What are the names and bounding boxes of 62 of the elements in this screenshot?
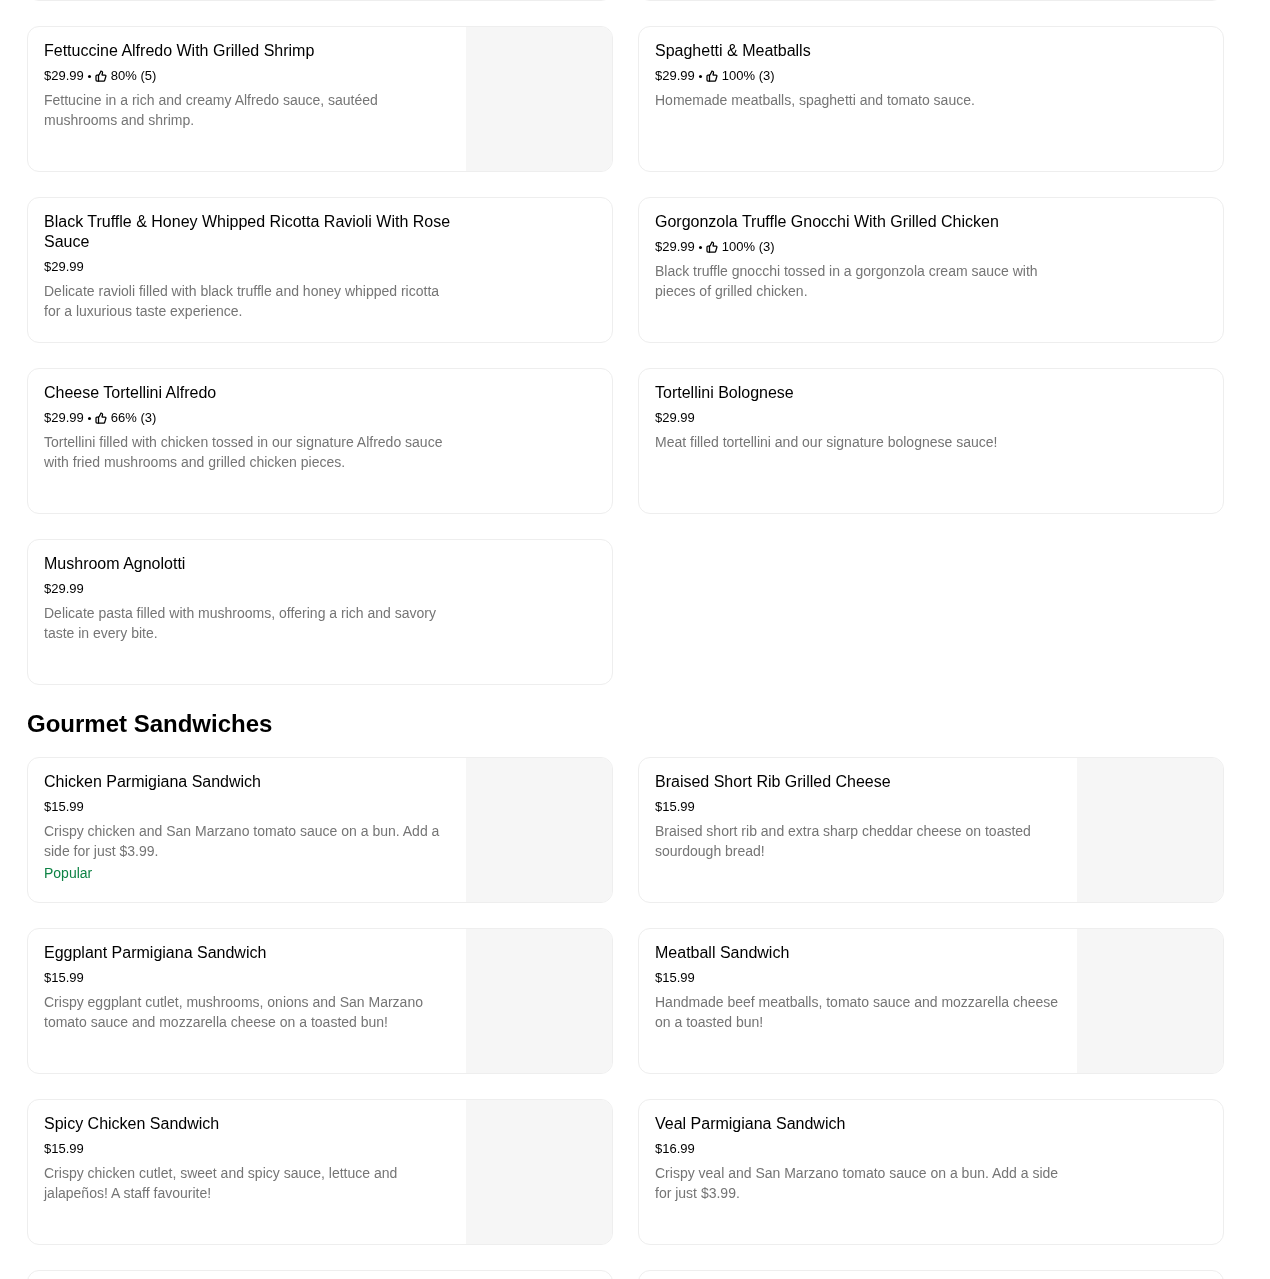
item-name: Tortellini Bolognese	[655, 383, 795, 403]
section-heading: Gourmet Sandwiches	[27, 709, 274, 739]
menu-card[interactable]: Spaghetti & Meatballs $29.99 100% (3) Homemade meatballs, spaghetti and tomato sauce.	[638, 26, 1224, 172]
menu-card[interactable]: Braised Short Rib Grilled Cheese $15.99 Braised short rib and extra sharp cheddar cheese on toasted sourdough bread!	[638, 757, 1224, 903]
thumbs-up-icon	[94, 412, 107, 424]
item-name: Mushroom Agnolotti	[44, 554, 187, 574]
item-name: Gorgonzola Truffle Gnocchi With Grilled Chicken	[655, 212, 1000, 232]
item-description: Delicate ravioli filled with black truffle and honey whipped ricotta for a luxurious taste experience.	[44, 282, 441, 321]
popular-label: Popular	[44, 864, 94, 883]
item-rating: 66% (3)	[110, 409, 157, 427]
item-description: Handmade beef meatballs, tomato sauce and mozzarella cheese on a toasted bun!	[655, 993, 1060, 1032]
item-name: Chicken Parmigiana Sandwich	[44, 772, 262, 792]
item-price: $29.99	[44, 580, 84, 598]
item-name: Veal Parmigiana Sandwich	[655, 1114, 847, 1134]
item-name: Cheese Tortellini Alfredo	[44, 383, 218, 403]
item-name: Spicy Chicken Sandwich	[44, 1114, 221, 1134]
item-name: Eggplant Parmigiana Sandwich	[44, 943, 268, 963]
item-price: $29.99	[44, 258, 84, 276]
thumbs-up-icon	[94, 70, 107, 82]
item-price: $29.99	[655, 238, 695, 256]
item-price: $15.99	[44, 969, 84, 987]
item-description: Crispy eggplant cutlet, mushrooms, onions and San Marzano tomato sauce and mozzarella cheese on a toasted bun!	[44, 993, 424, 1032]
item-description: Tortellini filled with chicken tossed in our signature Alfredo sauce with fried mushrooms and grilled chicken pieces.	[44, 433, 444, 472]
item-name: Spaghetti & Meatballs	[655, 41, 812, 61]
item-description: Meat filled tortellini and our signature bolognese sauce!	[655, 433, 999, 452]
menu-card[interactable]: Black Truffle & Honey Whipped Ricotta Ravioli With Rose Sauce $29.99 Delicate ravioli filled with black truffle and honey whipped ricotta for a luxurious taste experience.	[27, 197, 613, 343]
item-description: Black truffle gnocchi tossed in a gorgonzola cream sauce with pieces of grilled chicken.	[655, 262, 1039, 301]
item-rating: 100% (3)	[721, 238, 775, 256]
item-price: $16.99	[655, 1140, 695, 1158]
item-description: Crispy chicken cutlet, sweet and spicy sauce, lettuce and jalapeños! A staff favourite!	[44, 1164, 399, 1203]
item-price: $15.99	[655, 798, 695, 816]
menu-card[interactable]: Gorgonzola Truffle Gnocchi With Grilled Chicken $29.99 100% (3) Black truffle gnocchi tossed in a gorgonzola cream sauce with pieces of grilled chicken.	[638, 197, 1224, 343]
item-description: Delicate pasta filled with mushrooms, offering a rich and savory taste in every bite.	[44, 604, 437, 643]
item-price: $15.99	[655, 969, 695, 987]
item-name: Black Truffle & Honey Whipped Ricotta Ravioli With Rose Sauce	[44, 212, 452, 252]
menu-card[interactable]: Tortellini Bolognese $29.99 Meat filled tortellini and our signature bolognese sauce!	[638, 368, 1224, 514]
item-price: $29.99	[44, 67, 84, 85]
item-name: Braised Short Rib Grilled Cheese	[655, 772, 892, 792]
item-description: Homemade meatballs, spaghetti and tomato sauce.	[655, 91, 976, 110]
thumbs-up-icon	[705, 241, 718, 253]
item-price: $29.99	[655, 67, 695, 85]
item-description: Braised short rib and extra sharp cheddar cheese on toasted sourdough bread!	[655, 822, 1032, 861]
menu-card[interactable]: Mushroom Agnolotti $29.99 Delicate pasta filled with mushrooms, offering a rich and savory taste in every bite.	[27, 539, 613, 685]
item-price: $15.99	[44, 1140, 84, 1158]
menu-card[interactable]: Veal Parmigiana Sandwich $16.99 Crispy veal and San Marzano tomato sauce on a bun. Add a side for just $3.99.	[638, 1099, 1224, 1245]
item-rating: 80% (5)	[110, 67, 157, 85]
item-name: Meatball Sandwich	[655, 943, 791, 963]
menu-card[interactable]: Fettuccine Alfredo With Grilled Shrimp $29.99 80% (5) Fettucine in a rich and creamy Alfredo sauce, sautéed mushrooms and shrimp.	[27, 26, 613, 172]
item-price: $29.99	[655, 409, 695, 427]
menu-card[interactable]: Spicy Chicken Sandwich $15.99 Crispy chicken cutlet, sweet and spicy sauce, lettuce and jalapeños! A staff favourite!	[27, 1099, 613, 1245]
item-description: Crispy veal and San Marzano tomato sauce on a bun. Add a side for just $3.99.	[655, 1164, 1060, 1203]
item-name: Fettuccine Alfredo With Grilled Shrimp	[44, 41, 316, 61]
menu-card[interactable]: Meatball Sandwich $15.99 Handmade beef meatballs, tomato sauce and mozzarella cheese on a toasted bun!	[638, 928, 1224, 1074]
thumbs-up-icon	[705, 70, 718, 82]
menu-card[interactable]: Eggplant Parmigiana Sandwich $15.99 Crispy eggplant cutlet, mushrooms, onions and San Marzano tomato sauce and mozzarella cheese on a toasted bun!	[27, 928, 613, 1074]
item-description: Crispy chicken and San Marzano tomato sauce on a bun. Add a side for just $3.99.	[44, 822, 441, 861]
menu-card[interactable]: Chicken Parmigiana Sandwich $15.99 Crispy chicken and San Marzano tomato sauce on a bun. Add a side for just $3.99. Popular	[27, 757, 613, 903]
item-rating: 100% (3)	[721, 67, 775, 85]
item-description: Fettucine in a rich and creamy Alfredo sauce, sautéed mushrooms and shrimp.	[44, 91, 379, 130]
item-price: $29.99	[44, 409, 84, 427]
item-price: $15.99	[44, 798, 84, 816]
menu-card[interactable]: Cheese Tortellini Alfredo $29.99 66% (3) Tortellini filled with chicken tossed in our signature Alfredo sauce with fried mushrooms and grilled chicken pieces.	[27, 368, 613, 514]
